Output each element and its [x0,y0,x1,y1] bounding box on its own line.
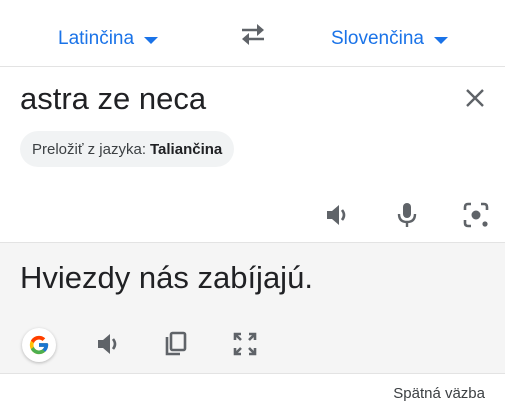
close-icon[interactable] [464,87,486,109]
source-text-input[interactable]: astra ze neca [20,81,206,117]
source-panel: astra ze neca Preložiť z jazyka: Talianč… [0,67,505,243]
microphone-icon[interactable] [392,200,422,230]
speaker-icon[interactable] [323,200,353,230]
target-language-button[interactable]: Slovenčina [331,22,448,56]
translate-panel: Latinčina Slovenčina astra ze neca Prelo… [0,0,505,413]
caret-down-icon [433,37,448,44]
source-language-button[interactable]: Latinčina [58,22,159,56]
fullscreen-icon[interactable] [230,329,260,359]
target-language-label: Slovenčina [331,28,424,49]
google-g-icon[interactable] [22,328,56,362]
translation-panel: Hviezdy nás zabíjajú. [0,243,505,374]
detected-language-chip[interactable]: Preložiť z jazyka: Taliančina [20,131,235,167]
detect-prefix: Preložiť z jazyka: [32,140,146,158]
copy-icon[interactable] [160,329,190,359]
caret-down-icon [144,37,159,44]
source-language-label: Latinčina [58,28,135,49]
language-bar: Latinčina Slovenčina [0,0,505,67]
detected-language: Taliančina [150,140,223,158]
camera-lens-icon[interactable] [461,200,491,230]
speaker-icon[interactable] [94,329,124,359]
google-g-icon [29,335,49,355]
feedback-link[interactable]: Spätná väzba [393,385,485,402]
swap-arrows-icon[interactable] [238,21,268,47]
translation-text: Hviezdy nás zabíjajú. [20,260,313,295]
